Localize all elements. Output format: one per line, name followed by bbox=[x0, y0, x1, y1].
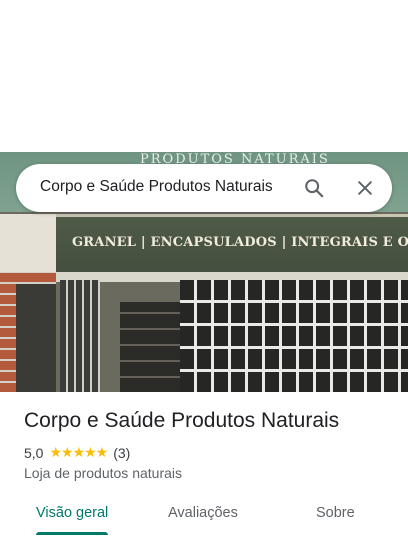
star-rating-icon: ★★★★★ bbox=[49, 444, 108, 460]
search-input[interactable]: Corpo e Saúde Produtos Naturais bbox=[40, 178, 273, 196]
tab-reviews[interactable]: Avaliações bbox=[168, 505, 238, 521]
store-shelf bbox=[120, 302, 180, 392]
rating-row[interactable]: 5,0 ★★★★★ (3) bbox=[24, 444, 130, 461]
search-icon[interactable] bbox=[302, 176, 326, 200]
left-gate bbox=[60, 280, 100, 392]
close-icon[interactable] bbox=[353, 176, 377, 200]
store-sign-text: GRANEL | ENCAPSULADOS | INTEGRAIS E ORGÂ… bbox=[72, 235, 408, 250]
tab-about[interactable]: Sobre bbox=[316, 505, 355, 521]
active-tab-indicator bbox=[36, 532, 108, 535]
security-gate bbox=[180, 280, 408, 392]
place-tabs: Visão geral Avaliações Sobre bbox=[0, 496, 408, 544]
rating-value: 5,0 bbox=[24, 444, 44, 461]
search-bar[interactable]: Corpo e Saúde Produtos Naturais bbox=[16, 164, 392, 212]
review-count[interactable]: (3) bbox=[113, 445, 130, 461]
place-title: Corpo e Saúde Produtos Naturais bbox=[24, 409, 340, 432]
place-category[interactable]: Loja de produtos naturais bbox=[24, 465, 182, 481]
store-sign: GRANEL | ENCAPSULADOS | INTEGRAIS E ORGÂ… bbox=[56, 214, 408, 272]
tab-overview[interactable]: Visão geral bbox=[36, 505, 108, 521]
maps-place-panel: PRODUTOS NATURAIS GRANEL | ENCAPSULADOS … bbox=[0, 0, 408, 544]
left-door bbox=[16, 284, 56, 392]
